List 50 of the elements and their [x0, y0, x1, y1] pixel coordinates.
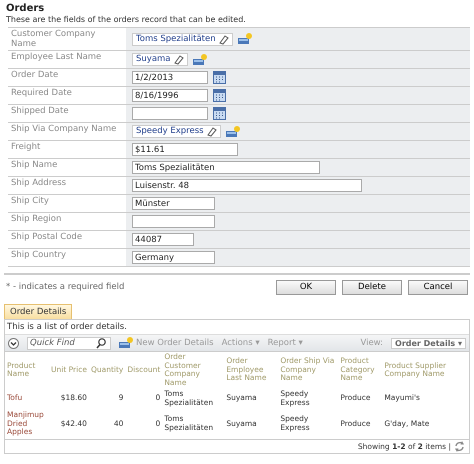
eraser-icon[interactable] — [218, 34, 229, 44]
view-label: View: — [360, 338, 384, 348]
field-label: Ship Region — [11, 214, 62, 224]
form-description: These are the fields of the orders record that can be edited. — [5, 14, 247, 26]
tab[interactable]: Order Details — [4, 304, 72, 319]
action-button[interactable]: OK — [276, 280, 336, 294]
new-record-icon[interactable] — [226, 126, 240, 138]
action-button[interactable]: Cancel — [408, 280, 468, 294]
new-record-icon[interactable] — [119, 337, 133, 349]
calendar-icon[interactable] — [213, 107, 226, 120]
form-title: Orders — [5, 2, 46, 14]
field-label: Order Date — [11, 70, 58, 80]
field-label: Ship Name — [11, 160, 58, 170]
lookup-field[interactable]: Speedy Express — [132, 125, 221, 138]
field-label: Ship City — [11, 196, 49, 206]
lookup-field[interactable]: Suyama — [132, 53, 188, 66]
input-field[interactable]: 44087 — [132, 233, 194, 246]
field-label: Customer Company Name — [11, 29, 96, 49]
date-field[interactable] — [132, 107, 208, 120]
calendar-icon[interactable] — [213, 71, 226, 84]
date-field[interactable]: 8/16/1996 — [132, 89, 208, 102]
field-label: Ship Postal Code — [11, 232, 82, 242]
lookup-field[interactable]: Toms Spezialitäten — [132, 32, 233, 46]
input-field[interactable]: Münster — [132, 197, 215, 210]
date-field[interactable]: 1/2/2013 — [132, 71, 208, 84]
field-label: Ship Country — [11, 250, 66, 260]
calendar-icon[interactable] — [213, 89, 226, 102]
field-label: Shipped Date — [11, 106, 69, 116]
input-field[interactable] — [132, 215, 215, 228]
new-record-icon[interactable] — [192, 54, 207, 66]
field-label: Ship Address — [11, 178, 66, 188]
required-note: * - indicates a required field — [6, 282, 124, 292]
field-label: Ship Via Company Name — [11, 124, 116, 134]
refresh-icon[interactable] — [454, 440, 465, 452]
field-label: Employee Last Name — [11, 52, 102, 62]
view-dropdown[interactable]: Order Details ▾ — [391, 338, 466, 348]
eraser-icon[interactable] — [206, 126, 217, 137]
new-record-icon[interactable] — [238, 33, 252, 45]
quick-find-field[interactable]: Quick Find — [27, 336, 111, 350]
input-field[interactable]: Luisenstr. 48 — [132, 179, 362, 192]
input-field[interactable]: Germany — [132, 251, 215, 264]
collapse-icon[interactable] — [8, 338, 19, 348]
input-field[interactable]: Toms Spezialitäten — [132, 161, 320, 174]
action-button[interactable]: Delete — [342, 280, 402, 294]
search-icon[interactable] — [96, 338, 106, 348]
grid-description: This is a list of order details. — [7, 322, 127, 332]
field-label: Freight — [11, 142, 40, 152]
input-field[interactable]: $11.61 — [132, 143, 238, 156]
field-label: Required Date — [11, 88, 72, 98]
eraser-icon[interactable] — [172, 54, 184, 65]
